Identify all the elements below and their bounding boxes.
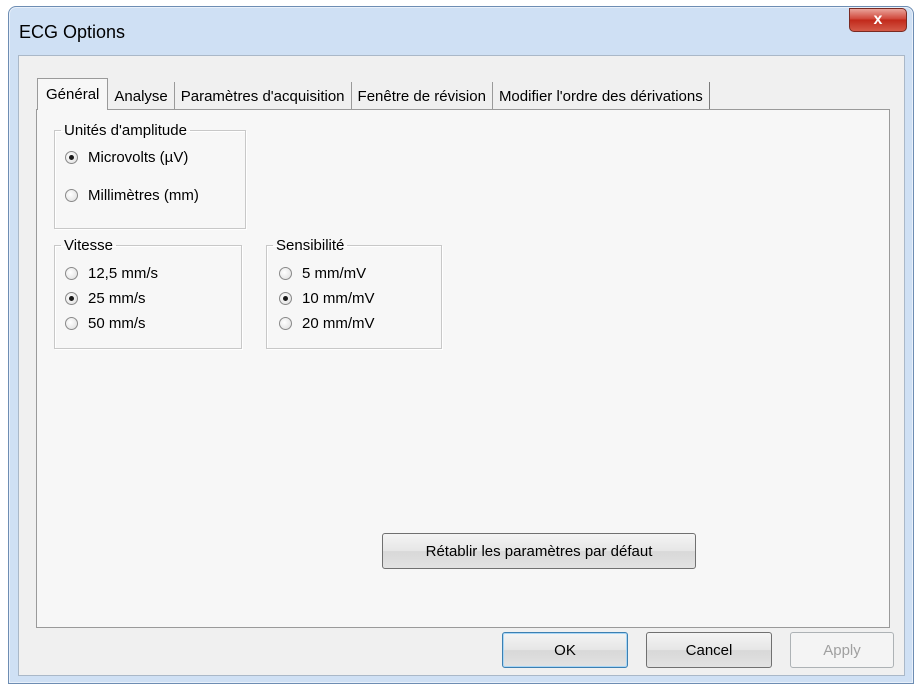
radio-label: Microvolts (µV) <box>88 149 189 166</box>
radio-checked-icon[interactable] <box>65 292 78 305</box>
radio-unchecked-icon[interactable] <box>65 189 78 202</box>
tab-general[interactable]: Général <box>37 78 109 110</box>
tab-parametres-acquisition[interactable]: Paramètres d'acquisition <box>174 82 352 110</box>
close-button[interactable]: x <box>849 8 907 32</box>
radio-vitesse-50[interactable]: 50 mm/s <box>65 315 146 332</box>
radio-unchecked-icon[interactable] <box>279 317 292 330</box>
vitesse-legend: Vitesse <box>64 237 113 254</box>
reset-defaults-button[interactable]: Rétablir les paramètres par défaut <box>382 533 696 569</box>
radio-label: 10 mm/mV <box>302 290 375 307</box>
radio-millimetres[interactable]: Millimètres (mm) <box>65 187 199 204</box>
window-title: ECG Options <box>19 22 126 42</box>
sensibilite-legend: Sensibilité <box>276 237 345 254</box>
radio-microvolts[interactable]: Microvolts (µV) <box>65 149 188 166</box>
radio-checked-icon[interactable] <box>279 292 292 305</box>
radio-vitesse-12-5[interactable]: 12,5 mm/s <box>65 265 158 282</box>
tab-label: Fenêtre de révision <box>357 87 486 105</box>
radio-label: 50 mm/s <box>88 315 146 332</box>
radio-label: Millimètres (mm) <box>88 187 199 204</box>
amplitude-units-group: Unités d'amplitude <box>54 122 246 229</box>
dialog-client-area: Général Analyse Paramètres d'acquisition… <box>18 55 905 676</box>
radio-unchecked-icon[interactable] <box>65 317 78 330</box>
radio-label: 5 mm/mV <box>302 265 367 282</box>
radio-label: 12,5 mm/s <box>88 265 159 282</box>
radio-checked-icon[interactable] <box>65 151 78 164</box>
ok-button[interactable]: OK <box>502 632 628 668</box>
radio-unchecked-icon[interactable] <box>279 267 292 280</box>
radio-unchecked-icon[interactable] <box>65 267 78 280</box>
general-tab-panel: Unités d'amplitude Microvolts (µV) Milli… <box>36 109 890 628</box>
radio-label: 20 mm/mV <box>302 315 375 332</box>
tab-ordre-derivations[interactable]: Modifier l'ordre des dérivations <box>492 82 710 110</box>
title-bar: ECG Options x <box>9 7 913 55</box>
apply-button[interactable]: Apply <box>790 632 894 668</box>
tab-label: Modifier l'ordre des dérivations <box>498 87 703 105</box>
radio-sensibilite-5[interactable]: 5 mm/mV <box>279 265 366 282</box>
ecg-options-dialog: ECG Options x Général Analyse Paramètres… <box>8 6 914 684</box>
close-icon: x <box>873 11 883 28</box>
tab-analyse[interactable]: Analyse <box>108 82 175 110</box>
tab-fenetre-revision[interactable]: Fenêtre de révision <box>351 82 493 110</box>
radio-sensibilite-10[interactable]: 10 mm/mV <box>279 290 375 307</box>
amplitude-units-legend: Unités d'amplitude <box>64 122 187 139</box>
tab-label: Analyse <box>114 87 168 105</box>
radio-sensibilite-20[interactable]: 20 mm/mV <box>279 315 375 332</box>
radio-vitesse-25[interactable]: 25 mm/s <box>65 290 146 307</box>
cancel-button[interactable]: Cancel <box>646 632 772 668</box>
tab-label: Général <box>46 86 100 103</box>
tab-strip: Général Analyse Paramètres d'acquisition… <box>37 78 710 110</box>
tab-label: Paramètres d'acquisition <box>180 87 345 105</box>
radio-label: 25 mm/s <box>88 290 146 307</box>
